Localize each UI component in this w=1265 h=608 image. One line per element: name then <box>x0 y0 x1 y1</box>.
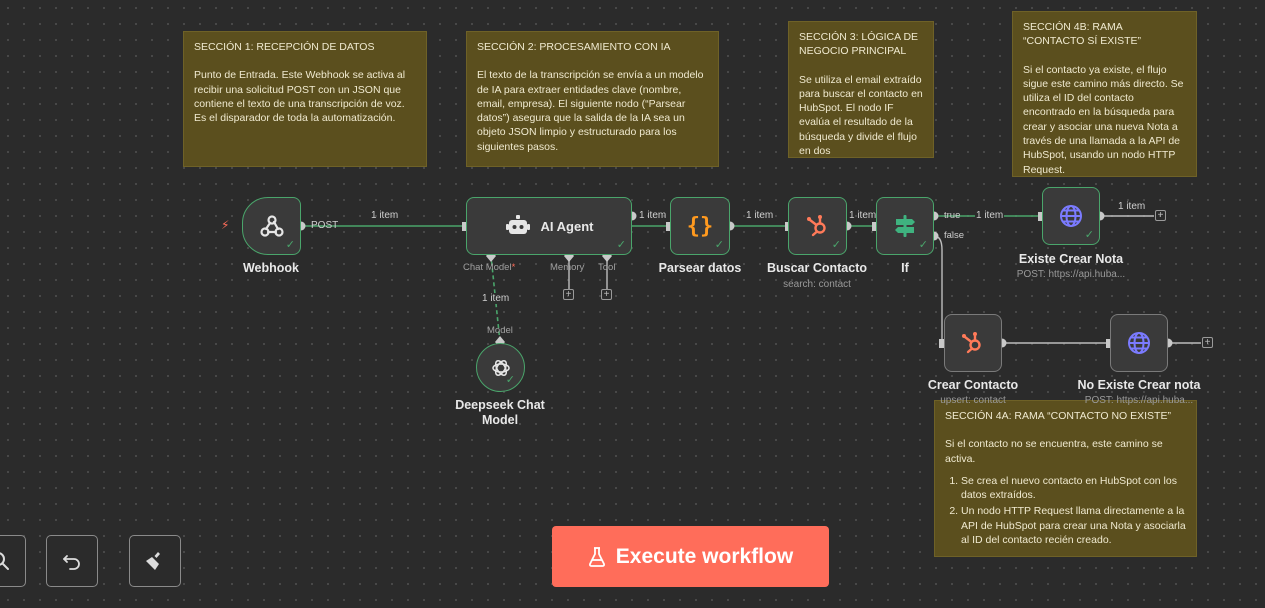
globe-icon <box>1060 205 1082 227</box>
note-intro: Si el contacto no se encuentra, este cam… <box>945 438 1163 465</box>
node-if-label: If <box>901 261 909 275</box>
node-buscar-contacto-label: Buscar Contacto <box>766 261 868 275</box>
note-section-2[interactable]: SECCIÓN 2: PROCESAMIENTO CON IA El texto… <box>466 31 719 167</box>
node-ai-agent[interactable]: AI Agent ✓ <box>466 197 632 255</box>
add-memory-button[interactable]: + <box>563 289 574 300</box>
port-label-chat-model-text: Chat Model <box>463 262 512 273</box>
success-check-icon: ✓ <box>714 239 724 251</box>
node-deepseek-label-line1: Deepseek Chat <box>455 398 545 412</box>
note-body: Si el contacto ya existe, el flujo sigue… <box>1023 63 1184 176</box>
trigger-bolt-icon: ⚡ <box>221 218 230 232</box>
port-label-chat-model: Chat Model* <box>463 262 515 273</box>
node-parsear-datos-label: Parsear datos <box>658 261 742 275</box>
node-buscar-contacto-subtitle: search: contact <box>783 279 851 290</box>
port-label-model: Model <box>487 325 513 336</box>
undo-button[interactable] <box>46 535 98 587</box>
zoom-search-button[interactable] <box>0 535 26 587</box>
node-no-existe-crear-nota-subtitle: POST: https://api.huba... <box>1084 395 1194 406</box>
node-no-existe-crear-nota[interactable] <box>1110 314 1168 372</box>
webhook-icon <box>259 215 284 237</box>
success-check-icon: ✓ <box>505 374 515 386</box>
node-parsear-datos[interactable]: {} ✓ <box>670 197 730 255</box>
note-title: SECCIÓN 1: RECEPCIÓN DE DATOS <box>194 41 375 53</box>
success-check-icon: ✓ <box>616 239 626 251</box>
node-buscar-contacto[interactable]: ✓ <box>788 197 847 255</box>
note-section-3[interactable]: SECCIÓN 3: LÓGICA DE NEGOCIO PRINCIPAL S… <box>788 21 934 158</box>
edge-label-exists-out: 1 item <box>1118 201 1146 212</box>
node-deepseek-chat-model[interactable]: ✓ <box>476 343 525 392</box>
port-label-tool: Tool <box>598 262 616 273</box>
add-node-after-existe-button[interactable]: + <box>1155 210 1166 221</box>
node-deepseek-label-line2: Model <box>481 413 519 427</box>
edge-label-search-if: 1 item <box>849 210 877 221</box>
success-check-icon: ✓ <box>285 239 295 251</box>
execute-workflow-button[interactable]: Execute workflow <box>552 526 829 587</box>
if-true-label: true <box>944 210 961 221</box>
hubspot-icon <box>962 332 981 354</box>
code-braces-icon: {} <box>686 213 714 239</box>
node-no-existe-crear-nota-label: No Existe Crear nota <box>1077 378 1201 392</box>
node-crear-contacto-subtitle: upsert: contact <box>940 395 1006 406</box>
node-if[interactable]: ✓ <box>876 197 934 255</box>
clear-execution-button[interactable] <box>129 535 181 587</box>
edge-label-parse-search: 1 item <box>746 210 774 221</box>
add-tool-button[interactable]: + <box>601 289 612 300</box>
node-webhook[interactable]: ✓ <box>242 197 301 255</box>
note-section-4b[interactable]: SECCIÓN 4B: RAMA “CONTACTO SÍ EXISTE” Si… <box>1012 11 1197 177</box>
node-existe-crear-nota-label: Existe Crear Nota <box>1018 252 1124 266</box>
note-title: SECCIÓN 3: LÓGICA DE NEGOCIO PRINCIPAL <box>799 31 919 58</box>
webhook-method-label: POST <box>311 220 339 231</box>
globe-icon <box>1128 332 1150 354</box>
edge-label-if-exists: 1 item <box>975 210 1005 221</box>
hubspot-icon <box>806 215 826 237</box>
node-crear-contacto[interactable] <box>944 314 1002 372</box>
note-section-4a[interactable]: SECCIÓN 4A: RAMA “CONTACTO NO EXISTE” Si… <box>934 400 1197 557</box>
edge-label-deepseek-agent: 1 item <box>482 293 510 304</box>
if-false-label: false <box>944 230 965 241</box>
success-check-icon: ✓ <box>831 239 841 251</box>
note-body: Se utiliza el email extraído para buscar… <box>799 73 923 158</box>
magnifier-icon <box>0 552 9 570</box>
note-list: Se crea el nuevo contacto en HubSpot con… <box>945 474 1186 547</box>
edge-if-create <box>933 235 943 344</box>
node-existe-crear-nota[interactable]: ✓ <box>1042 187 1100 245</box>
add-node-after-no-existe-button[interactable]: + <box>1202 337 1213 348</box>
node-ai-agent-label: AI Agent <box>540 218 594 234</box>
edge-label-agent-parse: 1 item <box>639 210 667 221</box>
note-body: El texto de la transcripción se envía a … <box>477 69 704 153</box>
flask-icon <box>588 546 605 567</box>
note-title: SECCIÓN 4B: RAMA “CONTACTO SÍ EXISTE” <box>1023 21 1142 48</box>
note-section-1[interactable]: SECCIÓN 1: RECEPCIÓN DE DATOS Punto de E… <box>183 31 427 167</box>
note-list-item: Un nodo HTTP Request llama directamente … <box>961 504 1186 547</box>
success-check-icon: ✓ <box>1084 229 1094 241</box>
robot-icon <box>505 215 530 234</box>
note-body: Punto de Entrada. Este Webhook se activa… <box>194 69 406 125</box>
note-title: SECCIÓN 2: PROCESAMIENTO CON IA <box>477 41 671 53</box>
required-marker: * <box>511 262 516 273</box>
success-check-icon: ✓ <box>918 239 928 251</box>
node-webhook-label: Webhook <box>242 261 300 275</box>
note-list-item: Se crea el nuevo contacto en HubSpot con… <box>961 474 1186 503</box>
port-label-memory: Memory <box>550 262 585 273</box>
node-existe-crear-nota-subtitle: POST: https://api.huba... <box>1016 269 1126 280</box>
edge-label-webhook-agent: 1 item <box>371 210 399 221</box>
node-crear-contacto-label: Crear Contacto <box>927 378 1019 392</box>
broom-icon <box>146 552 160 570</box>
undo-icon <box>63 555 80 570</box>
execute-workflow-label: Execute workflow <box>615 544 794 568</box>
signpost-icon <box>895 215 915 237</box>
note-title: SECCIÓN 4A: RAMA “CONTACTO NO EXISTE” <box>945 410 1171 422</box>
